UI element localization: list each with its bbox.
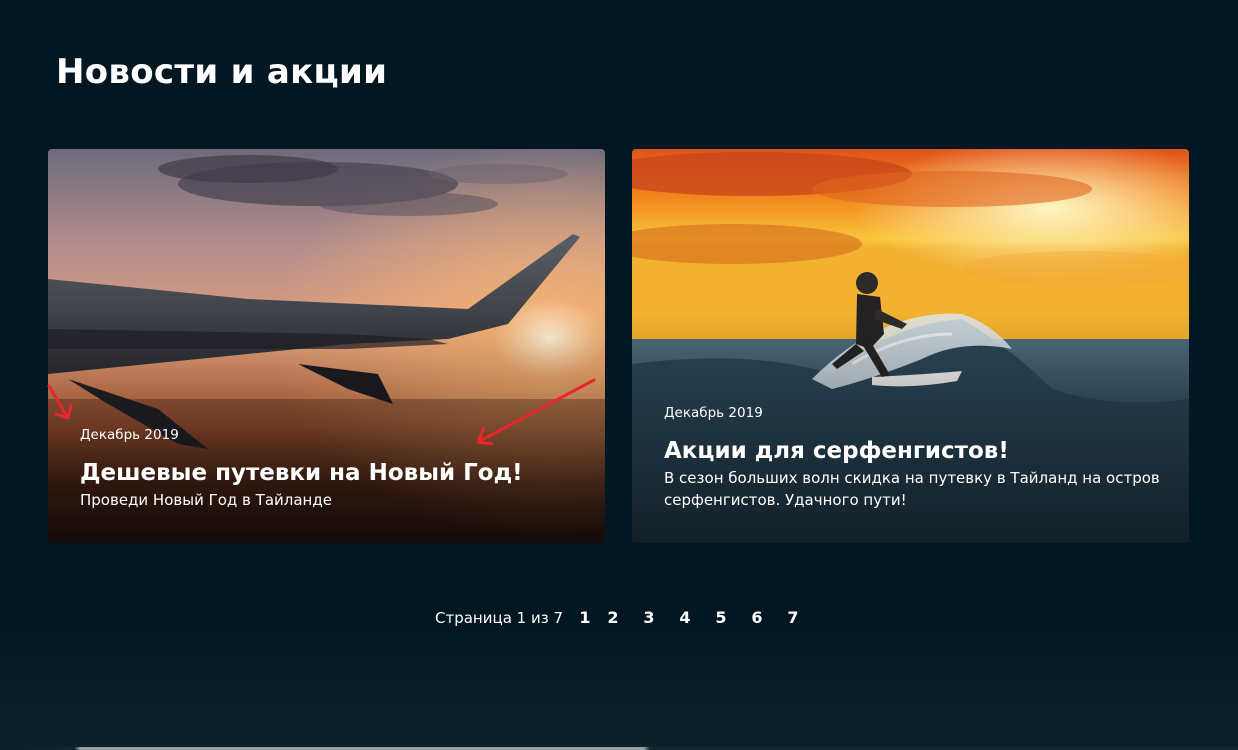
card-title[interactable]: Акции для серфенгистов!: [664, 437, 1161, 465]
pagination: Страница 1 из 7 1 2 3 4 5 6 7: [435, 608, 811, 627]
card-content: Декабрь 2019 Дешевые путевки на Новый Го…: [80, 427, 577, 511]
pagination-info: Страница 1 из 7: [435, 608, 563, 627]
page-title: Новости и акции: [56, 52, 388, 92]
page-link-4[interactable]: 4: [667, 608, 703, 627]
page-link-1[interactable]: 1: [575, 608, 595, 627]
card-description: В сезон больших волн скидка на путевку в…: [664, 469, 1160, 509]
card-title[interactable]: Дешевые путевки на Новый Год!: [80, 459, 577, 487]
page-link-5[interactable]: 5: [703, 608, 739, 627]
page-link-3[interactable]: 3: [631, 608, 667, 627]
card-content: Декабрь 2019 Акции для серфенгистов! В с…: [664, 405, 1161, 511]
card-description: Проведи Новый Год в Тайланде: [80, 491, 332, 509]
page-link-2[interactable]: 2: [595, 608, 631, 627]
news-card-surfers[interactable]: Декабрь 2019 Акции для серфенгистов! В с…: [632, 149, 1189, 543]
page-link-6[interactable]: 6: [739, 608, 775, 627]
news-card-new-year[interactable]: Декабрь 2019 Дешевые путевки на Новый Го…: [48, 149, 605, 543]
card-date: Декабрь 2019: [664, 405, 763, 421]
background-bottom-fade: [0, 630, 1238, 750]
page-link-7[interactable]: 7: [775, 608, 811, 627]
card-date: Декабрь 2019: [80, 427, 179, 443]
